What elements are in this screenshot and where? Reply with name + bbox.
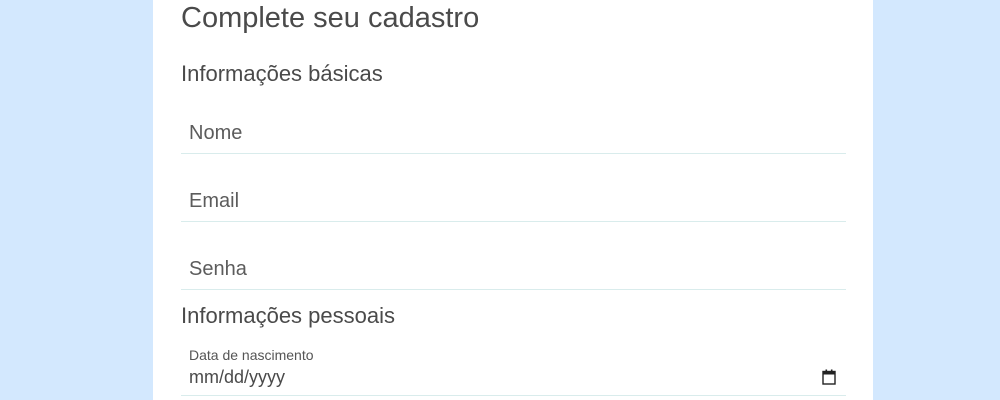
personal-info-heading: Informações pessoais	[181, 303, 395, 328]
basic-info-heading: Informações básicas	[181, 61, 383, 86]
password-field	[181, 249, 846, 290]
name-input[interactable]	[181, 113, 846, 153]
birthdate-input[interactable]: mm/dd/yyyy	[189, 367, 285, 388]
birthdate-label: Data de nascimento	[189, 347, 314, 363]
calendar-icon[interactable]	[822, 369, 836, 385]
password-input[interactable]	[181, 249, 846, 289]
name-field	[181, 113, 846, 154]
email-input[interactable]	[181, 181, 846, 221]
page-title: Complete seu cadastro	[181, 2, 480, 34]
birthdate-field[interactable]: Data de nascimento mm/dd/yyyy	[181, 340, 846, 396]
registration-card: Complete seu cadastro Informações básica…	[153, 0, 873, 400]
email-field	[181, 181, 846, 222]
